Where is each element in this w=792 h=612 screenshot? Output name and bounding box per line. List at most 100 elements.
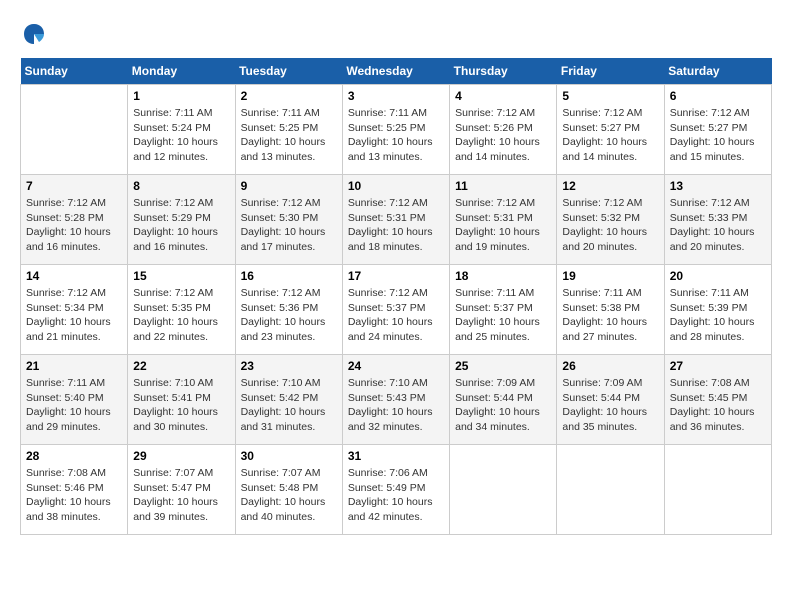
day-info: Sunrise: 7:11 AMSunset: 5:39 PMDaylight:… — [670, 286, 766, 345]
calendar-cell: 14 Sunrise: 7:12 AMSunset: 5:34 PMDayligh… — [21, 265, 128, 355]
day-number: 2 — [241, 89, 337, 103]
day-number: 11 — [455, 179, 551, 193]
day-info: Sunrise: 7:10 AMSunset: 5:41 PMDaylight:… — [133, 376, 229, 435]
day-info: Sunrise: 7:11 AMSunset: 5:37 PMDaylight:… — [455, 286, 551, 345]
day-header-thursday: Thursday — [450, 58, 557, 85]
calendar-cell: 20 Sunrise: 7:11 AMSunset: 5:39 PMDayligh… — [664, 265, 771, 355]
page-header — [20, 20, 772, 48]
calendar-cell: 29 Sunrise: 7:07 AMSunset: 5:47 PMDayligh… — [128, 445, 235, 535]
day-info: Sunrise: 7:09 AMSunset: 5:44 PMDaylight:… — [562, 376, 658, 435]
day-header-tuesday: Tuesday — [235, 58, 342, 85]
logo — [20, 20, 52, 48]
logo-icon — [20, 20, 48, 48]
calendar-cell: 27 Sunrise: 7:08 AMSunset: 5:45 PMDayligh… — [664, 355, 771, 445]
day-header-monday: Monday — [128, 58, 235, 85]
day-number: 23 — [241, 359, 337, 373]
day-number: 17 — [348, 269, 444, 283]
day-number: 13 — [670, 179, 766, 193]
calendar-cell: 6 Sunrise: 7:12 AMSunset: 5:27 PMDaylight… — [664, 85, 771, 175]
calendar-cell: 18 Sunrise: 7:11 AMSunset: 5:37 PMDayligh… — [450, 265, 557, 355]
day-header-friday: Friday — [557, 58, 664, 85]
calendar-week-2: 7 Sunrise: 7:12 AMSunset: 5:28 PMDaylight… — [21, 175, 772, 265]
calendar-cell: 5 Sunrise: 7:12 AMSunset: 5:27 PMDaylight… — [557, 85, 664, 175]
day-number: 10 — [348, 179, 444, 193]
day-number: 22 — [133, 359, 229, 373]
day-info: Sunrise: 7:07 AMSunset: 5:48 PMDaylight:… — [241, 466, 337, 525]
calendar-cell: 17 Sunrise: 7:12 AMSunset: 5:37 PMDayligh… — [342, 265, 449, 355]
day-number: 6 — [670, 89, 766, 103]
day-number: 26 — [562, 359, 658, 373]
day-info: Sunrise: 7:12 AMSunset: 5:27 PMDaylight:… — [670, 106, 766, 165]
day-number: 9 — [241, 179, 337, 193]
day-number: 25 — [455, 359, 551, 373]
day-number: 3 — [348, 89, 444, 103]
calendar-cell — [557, 445, 664, 535]
calendar-cell: 2 Sunrise: 7:11 AMSunset: 5:25 PMDaylight… — [235, 85, 342, 175]
day-number: 5 — [562, 89, 658, 103]
day-info: Sunrise: 7:12 AMSunset: 5:31 PMDaylight:… — [455, 196, 551, 255]
day-number: 31 — [348, 449, 444, 463]
calendar-week-5: 28Sunrise: 7:08 AMSunset: 5:46 PMDayligh… — [21, 445, 772, 535]
day-header-wednesday: Wednesday — [342, 58, 449, 85]
day-info: Sunrise: 7:12 AMSunset: 5:26 PMDaylight:… — [455, 106, 551, 165]
calendar-cell: 25 Sunrise: 7:09 AMSunset: 5:44 PMDayligh… — [450, 355, 557, 445]
day-info: Sunrise: 7:12 AMSunset: 5:28 PMDaylight:… — [26, 196, 122, 255]
day-info: Sunrise: 7:12 AMSunset: 5:32 PMDaylight:… — [562, 196, 658, 255]
day-info: Sunrise: 7:11 AMSunset: 5:25 PMDaylight:… — [241, 106, 337, 165]
calendar-cell: 11 Sunrise: 7:12 AMSunset: 5:31 PMDayligh… — [450, 175, 557, 265]
day-info: Sunrise: 7:08 AMSunset: 5:45 PMDaylight:… — [670, 376, 766, 435]
calendar-week-4: 21 Sunrise: 7:11 AMSunset: 5:40 PMDayligh… — [21, 355, 772, 445]
day-info: Sunrise: 7:10 AMSunset: 5:43 PMDaylight:… — [348, 376, 444, 435]
calendar-cell: 13Sunrise: 7:12 AMSunset: 5:33 PMDayligh… — [664, 175, 771, 265]
day-number: 20 — [670, 269, 766, 283]
day-number: 29 — [133, 449, 229, 463]
calendar-cell: 4 Sunrise: 7:12 AMSunset: 5:26 PMDaylight… — [450, 85, 557, 175]
day-info: Sunrise: 7:12 AMSunset: 5:37 PMDaylight:… — [348, 286, 444, 345]
day-number: 7 — [26, 179, 122, 193]
day-number: 30 — [241, 449, 337, 463]
day-header-sunday: Sunday — [21, 58, 128, 85]
day-number: 28 — [26, 449, 122, 463]
day-number: 1 — [133, 89, 229, 103]
day-info: Sunrise: 7:11 AMSunset: 5:40 PMDaylight:… — [26, 376, 122, 435]
calendar-cell: 21 Sunrise: 7:11 AMSunset: 5:40 PMDayligh… — [21, 355, 128, 445]
calendar-cell: 8 Sunrise: 7:12 AMSunset: 5:29 PMDaylight… — [128, 175, 235, 265]
day-number: 16 — [241, 269, 337, 283]
calendar-cell: 19Sunrise: 7:11 AMSunset: 5:38 PMDayligh… — [557, 265, 664, 355]
calendar-cell: 10 Sunrise: 7:12 AMSunset: 5:31 PMDayligh… — [342, 175, 449, 265]
day-number: 8 — [133, 179, 229, 193]
calendar-cell — [664, 445, 771, 535]
day-number: 14 — [26, 269, 122, 283]
calendar-cell: 7 Sunrise: 7:12 AMSunset: 5:28 PMDaylight… — [21, 175, 128, 265]
day-info: Sunrise: 7:06 AMSunset: 5:49 PMDaylight:… — [348, 466, 444, 525]
calendar-cell — [450, 445, 557, 535]
day-info: Sunrise: 7:11 AMSunset: 5:24 PMDaylight:… — [133, 106, 229, 165]
day-headers-row: SundayMondayTuesdayWednesdayThursdayFrid… — [21, 58, 772, 85]
calendar-cell: 12 Sunrise: 7:12 AMSunset: 5:32 PMDayligh… — [557, 175, 664, 265]
day-info: Sunrise: 7:12 AMSunset: 5:29 PMDaylight:… — [133, 196, 229, 255]
day-info: Sunrise: 7:12 AMSunset: 5:31 PMDaylight:… — [348, 196, 444, 255]
day-number: 12 — [562, 179, 658, 193]
day-info: Sunrise: 7:11 AMSunset: 5:25 PMDaylight:… — [348, 106, 444, 165]
day-number: 19 — [562, 269, 658, 283]
day-info: Sunrise: 7:10 AMSunset: 5:42 PMDaylight:… — [241, 376, 337, 435]
calendar-cell: 26 Sunrise: 7:09 AMSunset: 5:44 PMDayligh… — [557, 355, 664, 445]
day-number: 21 — [26, 359, 122, 373]
day-info: Sunrise: 7:12 AMSunset: 5:27 PMDaylight:… — [562, 106, 658, 165]
calendar-cell: 24 Sunrise: 7:10 AMSunset: 5:43 PMDayligh… — [342, 355, 449, 445]
calendar-cell: 31 Sunrise: 7:06 AMSunset: 5:49 PMDayligh… — [342, 445, 449, 535]
calendar-week-3: 14 Sunrise: 7:12 AMSunset: 5:34 PMDayligh… — [21, 265, 772, 355]
calendar-cell: 22 Sunrise: 7:10 AMSunset: 5:41 PMDayligh… — [128, 355, 235, 445]
day-info: Sunrise: 7:12 AMSunset: 5:30 PMDaylight:… — [241, 196, 337, 255]
day-number: 4 — [455, 89, 551, 103]
day-info: Sunrise: 7:07 AMSunset: 5:47 PMDaylight:… — [133, 466, 229, 525]
day-info: Sunrise: 7:12 AMSunset: 5:34 PMDaylight:… — [26, 286, 122, 345]
calendar-week-1: 1 Sunrise: 7:11 AMSunset: 5:24 PMDaylight… — [21, 85, 772, 175]
calendar-cell: 16Sunrise: 7:12 AMSunset: 5:36 PMDayligh… — [235, 265, 342, 355]
day-number: 18 — [455, 269, 551, 283]
calendar-cell: 30 Sunrise: 7:07 AMSunset: 5:48 PMDayligh… — [235, 445, 342, 535]
calendar-cell: 28Sunrise: 7:08 AMSunset: 5:46 PMDayligh… — [21, 445, 128, 535]
day-number: 27 — [670, 359, 766, 373]
day-number: 24 — [348, 359, 444, 373]
day-info: Sunrise: 7:09 AMSunset: 5:44 PMDaylight:… — [455, 376, 551, 435]
